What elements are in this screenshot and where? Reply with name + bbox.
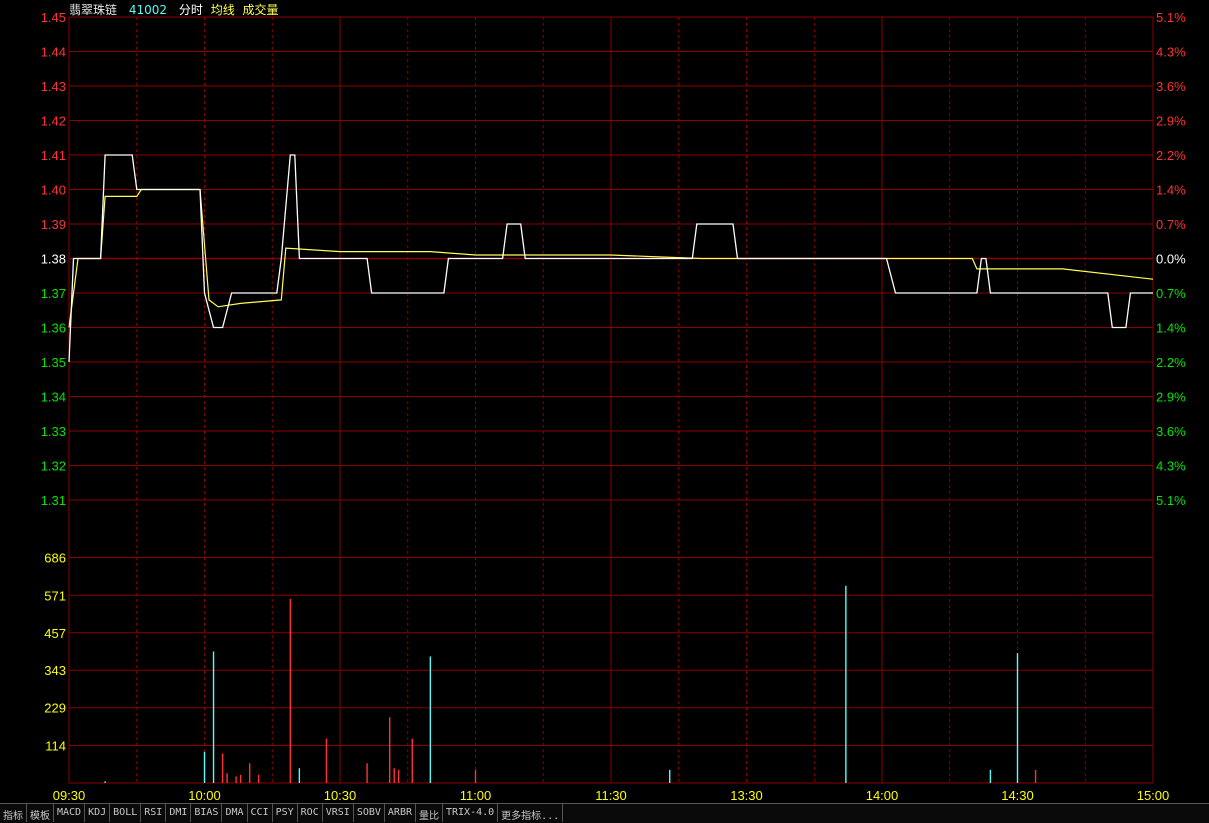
price-tick-label: 1.40 [41,183,66,198]
tab-dmi[interactable]: DMI [166,804,192,822]
pct-tick-label: 2.2% [1156,148,1186,163]
pct-tick-label: 4.3% [1156,45,1186,60]
price-tick-label: 1.43 [41,79,66,94]
pct-tick-label: 2.9% [1156,114,1186,129]
tab-macd[interactable]: MACD [54,804,86,822]
price-tick-label: 1.38 [41,252,66,267]
pct-tick-label: 0.7% [1156,286,1186,301]
price-tick-label: 1.45 [41,10,66,25]
time-tick-label: 10:00 [188,788,221,803]
stock-name: 翡翠珠链 [69,3,118,17]
tab-dma[interactable]: DMA [222,804,248,822]
tab-template[interactable]: 模板 [27,804,54,822]
price-tick-label: 1.42 [41,114,66,129]
volume-tick-label: 343 [44,663,66,678]
tab-cci[interactable]: CCI [248,804,273,822]
price-tick-label: 1.35 [41,355,66,370]
volume-tick-label: 686 [44,550,66,565]
time-tick-label: 14:00 [866,788,899,803]
pct-tick-label: 1.4% [1156,183,1186,198]
stock-code: 41002 [128,3,168,17]
volume-tick-label: 114 [45,739,66,754]
tab-sobv[interactable]: SOBV [354,804,385,822]
time-tick-label: 13:30 [730,788,763,803]
tab-bias[interactable]: BIAS [191,804,223,822]
tab-roc[interactable]: ROC [298,804,323,822]
tab-vrsi[interactable]: VRSI [323,804,354,822]
tab-rsi[interactable]: RSI [141,804,167,822]
price-tick-label: 1.37 [41,286,66,301]
time-tick-label: 15:00 [1137,788,1170,803]
volume-tick-label: 229 [44,701,66,716]
tab-arbr[interactable]: ARBR [385,804,416,822]
price-tick-label: 1.32 [41,459,66,474]
pct-tick-label: 4.3% [1156,459,1186,474]
pct-tick-label: 0.7% [1156,217,1186,232]
time-tick-label: 09:30 [53,788,86,803]
intraday-chart: 1.45 5.1% 1.44 4.3% 1.43 3.6% 1.42 2.9% 1.41 2.2%… [41,10,1186,803]
price-tick-label: 1.31 [41,493,66,508]
price-tick-label: 1.44 [41,45,66,60]
pct-tick-label: 5.1% [1156,10,1186,25]
tab-trix[interactable]: TRIX-4.0 [443,804,499,822]
volume-tick-label: 571 [44,588,66,603]
price-tick-label: 1.41 [41,148,66,163]
legend-minute: 分时 [178,3,203,17]
tab-kdj[interactable]: KDJ [85,804,111,822]
pct-tick-label: 2.2% [1156,355,1186,370]
time-tick-label: 11:30 [595,788,627,803]
tab-boll[interactable]: BOLL [110,804,142,822]
price-tick-label: 1.34 [41,390,66,405]
time-tick-label: 10:30 [324,788,357,803]
pct-tick-label: 5.1% [1156,493,1186,508]
price-tick-label: 1.36 [41,321,66,336]
time-tick-label: 11:00 [460,788,492,803]
pct-tick-label: 2.9% [1156,390,1186,405]
indicator-tab-bar: 指标 模板 MACD KDJ BOLL RSI DMI BIAS DMA CCI… [0,803,1209,823]
chart-header: 翡翠珠链 41002 分时 均线 成交量 [69,1,287,17]
volume-tick-label: 457 [44,626,66,641]
pct-tick-label: 1.4% [1156,321,1186,336]
tab-psy[interactable]: PSY [273,804,298,822]
price-tick-label: 1.39 [41,217,66,232]
pct-tick-label: 0.0% [1156,252,1186,267]
tab-more-indicators[interactable]: 更多指标... [498,804,564,822]
legend-average: 均线 [210,3,235,17]
pct-tick-label: 3.6% [1156,79,1186,94]
tab-volume-ratio[interactable]: 量比 [416,804,443,822]
tab-indicator[interactable]: 指标 [0,804,27,822]
price-tick-label: 1.33 [41,424,66,439]
legend-volume: 成交量 [242,3,279,17]
pct-tick-label: 3.6% [1156,424,1186,439]
time-tick-label: 14:30 [1001,788,1034,803]
